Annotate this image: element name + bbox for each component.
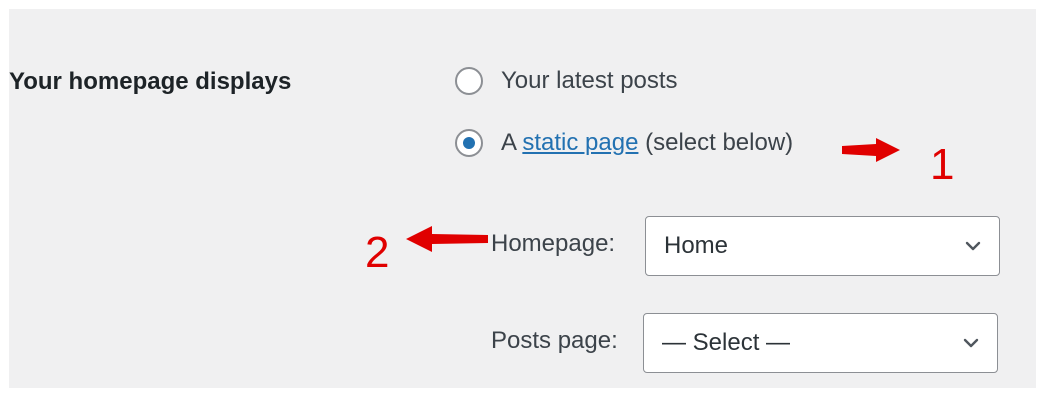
posts-page-label: Posts page:: [491, 327, 618, 354]
homepage-select[interactable]: Home: [645, 216, 1000, 276]
red-arrow-icon: [842, 138, 900, 162]
latest-posts-label: Your latest posts: [501, 67, 678, 94]
posts-page-select-value: — Select —: [662, 329, 791, 356]
option-latest-posts[interactable]: Your latest posts: [455, 67, 678, 95]
homepage-displays-label: Your homepage displays: [9, 68, 292, 95]
chevron-down-icon: [965, 241, 981, 251]
annotation-number-1: 1: [930, 140, 955, 189]
homepage-select-value: Home: [664, 232, 729, 259]
posts-page-select[interactable]: — Select —: [643, 313, 998, 373]
latest-posts-radio[interactable]: [455, 67, 483, 95]
homepage-label: Homepage:: [491, 230, 616, 257]
static-page-prefix: A: [501, 129, 523, 156]
static-page-link[interactable]: static page: [522, 129, 638, 156]
option-static-page[interactable]: A static page (select below): [455, 129, 793, 157]
static-page-label: A static page (select below): [501, 129, 793, 157]
chevron-down-icon: [963, 338, 979, 348]
static-page-suffix: (select below): [638, 129, 794, 156]
radio-selected-dot: [463, 137, 475, 149]
annotation-number-2: 2: [365, 228, 390, 277]
red-arrow-icon: [406, 226, 488, 252]
static-page-radio[interactable]: [455, 129, 483, 157]
